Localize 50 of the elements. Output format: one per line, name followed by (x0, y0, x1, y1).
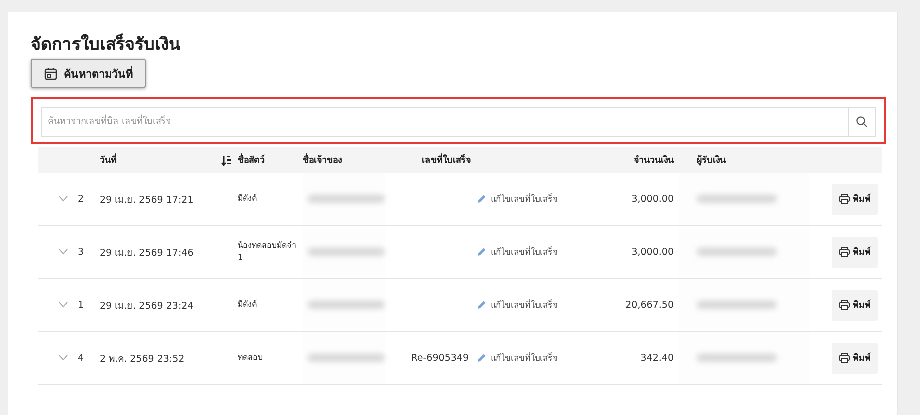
print-button[interactable]: พิมพ์ (832, 290, 878, 320)
column-header: ชื่อสัตว์ (238, 153, 265, 167)
table-cell-text: 29 เม.ย. 2569 17:21 (100, 194, 195, 206)
table-cell-text: ทดสอบ (237, 352, 264, 364)
table-cell-text: น้องทดสอบมัดจำ 1 (237, 240, 297, 264)
search-icon (856, 116, 868, 128)
printer-icon (839, 300, 850, 310)
pencil-icon (477, 194, 487, 204)
row-number: 4 (77, 352, 86, 364)
printer-icon (839, 194, 850, 204)
expand-chevron-icon[interactable] (59, 249, 68, 255)
print-button[interactable]: พิมพ์ (832, 342, 878, 374)
table-cell-text: มีตังค์ (237, 193, 258, 205)
printer-icon (839, 247, 850, 257)
search-field[interactable]: ค้นหาจากเลขที่บิล เลขที่ใบเสร็จ (41, 107, 848, 137)
pencil-icon (477, 300, 487, 310)
table-cell-text: 29 เม.ย. 2569 17:46 (100, 246, 195, 260)
print-button[interactable]: พิมพ์ (832, 184, 878, 214)
column-header: วันที่ (100, 153, 215, 167)
table-cell-text: มีตังค์ (237, 299, 258, 311)
table-cell-text: 2 พ.ค. 2569 23:52 (100, 352, 186, 366)
table-cell-text: 3,000.00 (630, 246, 675, 258)
column-header: ชื่อเจ้าของ (303, 153, 385, 167)
row-number: 2 (77, 194, 86, 204)
edit-receipt-link[interactable]: แก้ไขเลขที่ใบเสร็จ (477, 350, 558, 364)
pencil-icon (477, 246, 487, 256)
page-title: จัดการใบเสร็จรับเงิน (31, 34, 182, 56)
edit-receipt-link[interactable]: แก้ไขเลขที่ใบเสร็จ (477, 192, 558, 206)
edit-receipt-link[interactable]: แก้ไขเลขที่ใบเสร็จ (477, 244, 558, 258)
column-header: ผู้รับเงิน (696, 154, 727, 167)
date-search-button[interactable]: ค้นหาตามวันที่ (31, 59, 146, 88)
column-header: จำนวนเงิน (633, 154, 675, 167)
calendar-icon (44, 66, 58, 80)
edit-receipt-link[interactable]: แก้ไขเลขที่ใบเสร็จ (477, 298, 558, 312)
expand-chevron-icon[interactable] (59, 302, 68, 308)
expand-chevron-icon[interactable] (59, 196, 68, 202)
expand-chevron-icon[interactable] (59, 355, 68, 361)
table-cell-text: 342.40 (640, 352, 675, 364)
search-button[interactable] (848, 107, 876, 137)
printer-icon (839, 353, 850, 363)
table-cell-text: 3,000.00 (630, 194, 675, 204)
row-number: 1 (77, 300, 86, 310)
table-cell-text: 29 เม.ย. 2569 23:24 (100, 300, 195, 312)
pencil-icon (477, 352, 487, 362)
column-header: เลขที่ใบเสร็จ (385, 153, 585, 167)
table-cell: Re-6905349 (411, 352, 469, 364)
row-number: 3 (77, 246, 86, 258)
print-button[interactable]: พิมพ์ (832, 236, 878, 268)
sort-icon[interactable] (221, 154, 232, 166)
table-cell-text: 20,667.50 (624, 300, 675, 310)
